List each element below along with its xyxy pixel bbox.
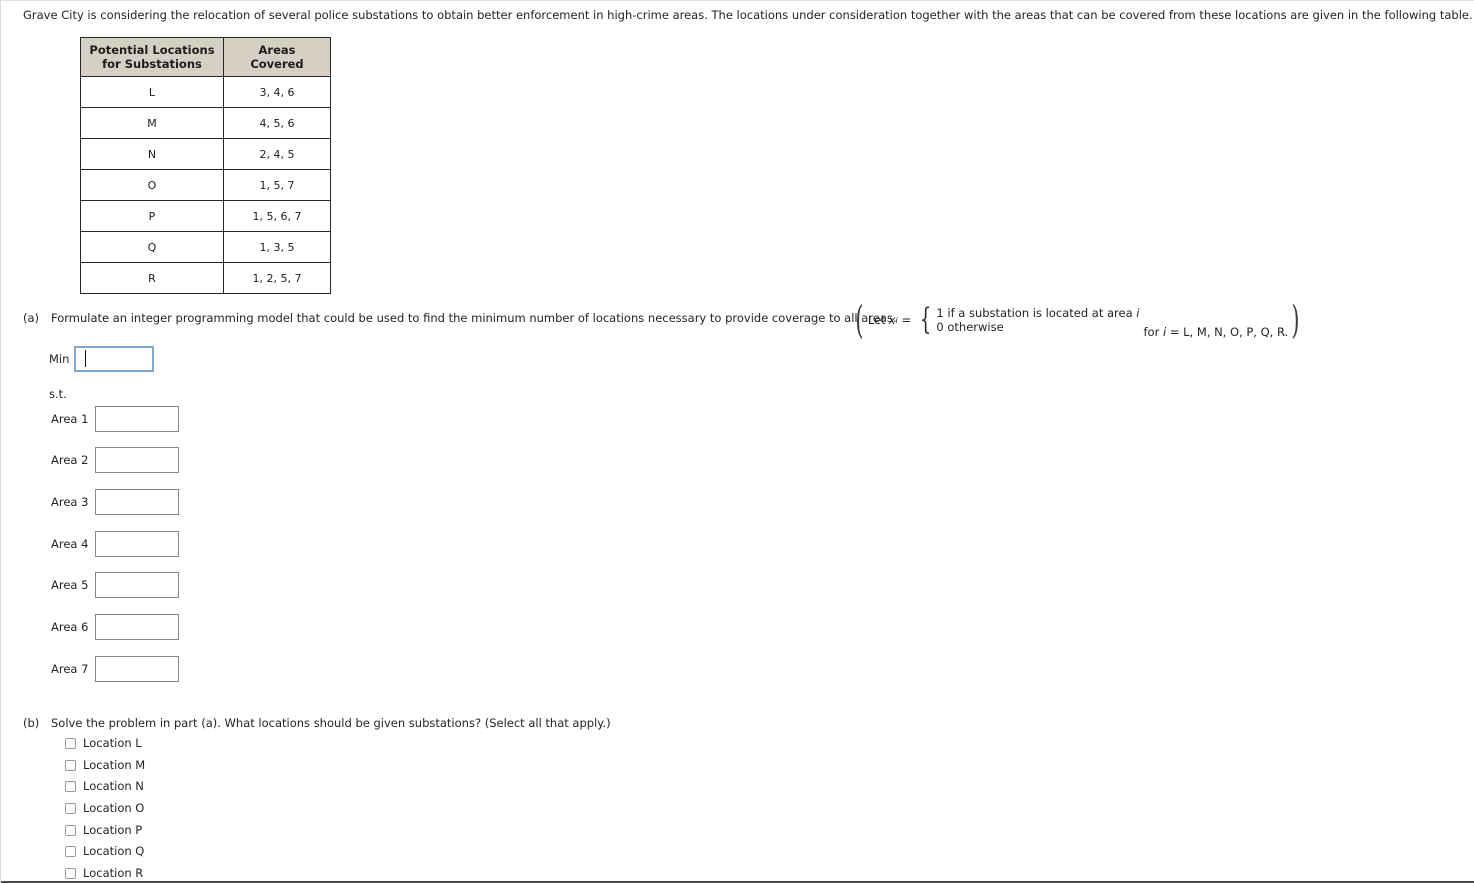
checkbox-location-n[interactable] bbox=[65, 780, 76, 792]
table-row: Q 1, 3, 5 bbox=[80, 231, 331, 263]
cell-areas: 1, 5, 6, 7 bbox=[223, 200, 331, 232]
option-label-location-p[interactable]: Location P bbox=[83, 823, 142, 837]
option-label-location-l[interactable]: Location L bbox=[83, 736, 142, 750]
constraint-input-area-5[interactable] bbox=[95, 572, 179, 598]
constraint-label: Area 5 bbox=[51, 578, 89, 592]
case-one: 1 if a substation is located at area i bbox=[936, 306, 1139, 320]
cell-areas: 1, 5, 7 bbox=[223, 169, 331, 201]
option-label-location-n[interactable]: Location N bbox=[83, 779, 144, 793]
table-row: O 1, 5, 7 bbox=[80, 169, 331, 201]
case-one-index: i bbox=[1136, 306, 1140, 320]
let-label: Let bbox=[867, 313, 886, 327]
option-label-location-o[interactable]: Location O bbox=[83, 801, 144, 815]
constraint-input-area-1[interactable] bbox=[95, 406, 179, 432]
part-a-question: Formulate an integer programming model t… bbox=[51, 311, 897, 325]
option-row-location-l: Location L bbox=[65, 736, 142, 750]
cell-location: M bbox=[80, 107, 224, 139]
option-row-location-r: Location R bbox=[65, 866, 143, 880]
constraint-label: Area 4 bbox=[51, 537, 89, 551]
part-b-question: Solve the problem in part (a). What loca… bbox=[51, 716, 611, 730]
constraint-input-area-3[interactable] bbox=[95, 489, 179, 515]
constraint-row-area-2: Area 2 bbox=[51, 447, 179, 473]
option-row-location-p: Location P bbox=[65, 823, 142, 837]
objective-row: Min bbox=[49, 346, 155, 372]
option-row-location-m: Location M bbox=[65, 758, 145, 772]
checkbox-location-o[interactable] bbox=[65, 802, 76, 814]
case-one-text: 1 if a substation is located at area bbox=[936, 306, 1133, 320]
constraint-label: Area 1 bbox=[51, 412, 89, 426]
option-label-location-m[interactable]: Location M bbox=[83, 758, 145, 772]
objective-input[interactable] bbox=[74, 346, 155, 372]
header-line-1: Potential Locations bbox=[89, 43, 215, 57]
cell-location: O bbox=[80, 169, 224, 201]
cell-location: L bbox=[80, 76, 224, 108]
case-two: 0 otherwise bbox=[936, 320, 1004, 334]
text-caret bbox=[85, 350, 86, 367]
cell-areas: 4, 5, 6 bbox=[223, 107, 331, 139]
variable-definition: ( Let xi = { 1 if a substation is locate… bbox=[855, 298, 1300, 342]
table-row: P 1, 5, 6, 7 bbox=[80, 200, 331, 232]
checkbox-location-r[interactable] bbox=[65, 867, 76, 879]
for-values: = L, M, N, O, P, Q, R. bbox=[1169, 325, 1289, 339]
min-label: Min bbox=[49, 352, 70, 366]
variable-x: x bbox=[888, 313, 896, 327]
checkbox-location-l[interactable] bbox=[65, 737, 76, 749]
for-index: i bbox=[1162, 325, 1167, 339]
constraint-label: Area 6 bbox=[51, 620, 89, 634]
cell-areas: 1, 2, 5, 7 bbox=[223, 262, 331, 294]
cell-areas: 1, 3, 5 bbox=[223, 231, 331, 263]
constraint-row-area-5: Area 5 bbox=[51, 572, 179, 598]
cell-location: Q bbox=[80, 231, 224, 263]
subject-to-label: s.t. bbox=[49, 387, 67, 401]
constraint-row-area-7: Area 7 bbox=[51, 656, 179, 682]
table-row: R 1, 2, 5, 7 bbox=[80, 262, 331, 294]
coverage-table-wrapper: Potential Locations for Substations Area… bbox=[80, 37, 331, 294]
header-potential-locations: Potential Locations for Substations bbox=[80, 37, 224, 77]
option-row-location-n: Location N bbox=[65, 779, 144, 793]
constraint-input-area-7[interactable] bbox=[95, 656, 179, 682]
checkbox-location-q[interactable] bbox=[65, 845, 76, 857]
coverage-table: Potential Locations for Substations Area… bbox=[80, 37, 331, 294]
for-word: for bbox=[1143, 325, 1160, 339]
cell-location: N bbox=[80, 138, 224, 170]
table-header-row: Potential Locations for Substations Area… bbox=[80, 37, 331, 77]
cell-location: R bbox=[80, 262, 224, 294]
option-row-location-o: Location O bbox=[65, 801, 144, 815]
constraint-row-area-1: Area 1 bbox=[51, 406, 179, 432]
index-range: for i = L, M, N, O, P, Q, R. bbox=[1144, 325, 1289, 340]
variable-subscript: i bbox=[895, 315, 898, 325]
constraint-input-area-2[interactable] bbox=[95, 447, 179, 473]
checkbox-location-p[interactable] bbox=[65, 824, 76, 836]
option-label-location-r[interactable]: Location R bbox=[83, 866, 143, 880]
checkbox-location-m[interactable] bbox=[65, 759, 76, 771]
problem-statement: Grave City is considering the relocation… bbox=[23, 8, 1473, 22]
table-row: N 2, 4, 5 bbox=[80, 138, 331, 170]
cell-location: P bbox=[80, 200, 224, 232]
constraint-input-area-4[interactable] bbox=[95, 531, 179, 557]
header-line-2: for Substations bbox=[102, 57, 202, 71]
table-row: L 3, 4, 6 bbox=[80, 76, 331, 108]
part-b-marker: (b) bbox=[23, 716, 40, 730]
part-a-marker: (a) bbox=[23, 311, 40, 325]
constraint-label: Area 3 bbox=[51, 495, 89, 509]
constraint-row-area-3: Area 3 bbox=[51, 489, 179, 515]
constraint-label: Area 2 bbox=[51, 453, 89, 467]
coverage-table-body: L 3, 4, 6 M 4, 5, 6 N 2, 4, 5 O 1, 5, 7 … bbox=[80, 76, 331, 294]
option-label-location-q[interactable]: Location Q bbox=[83, 844, 144, 858]
constraint-row-area-6: Area 6 bbox=[51, 614, 179, 640]
option-row-location-q: Location Q bbox=[65, 844, 144, 858]
constraint-input-area-6[interactable] bbox=[95, 614, 179, 640]
cell-areas: 2, 4, 5 bbox=[223, 138, 331, 170]
header-areas-covered: Areas Covered bbox=[223, 37, 331, 77]
table-row: M 4, 5, 6 bbox=[80, 107, 331, 139]
worksheet-page: Grave City is considering the relocation… bbox=[0, 0, 1474, 883]
equals-sign: = bbox=[901, 313, 912, 327]
cell-areas: 3, 4, 6 bbox=[223, 76, 331, 108]
constraint-label: Area 7 bbox=[51, 662, 89, 676]
constraint-row-area-4: Area 4 bbox=[51, 531, 179, 557]
cases-list: 1 if a substation is located at area i 0… bbox=[936, 306, 1139, 334]
